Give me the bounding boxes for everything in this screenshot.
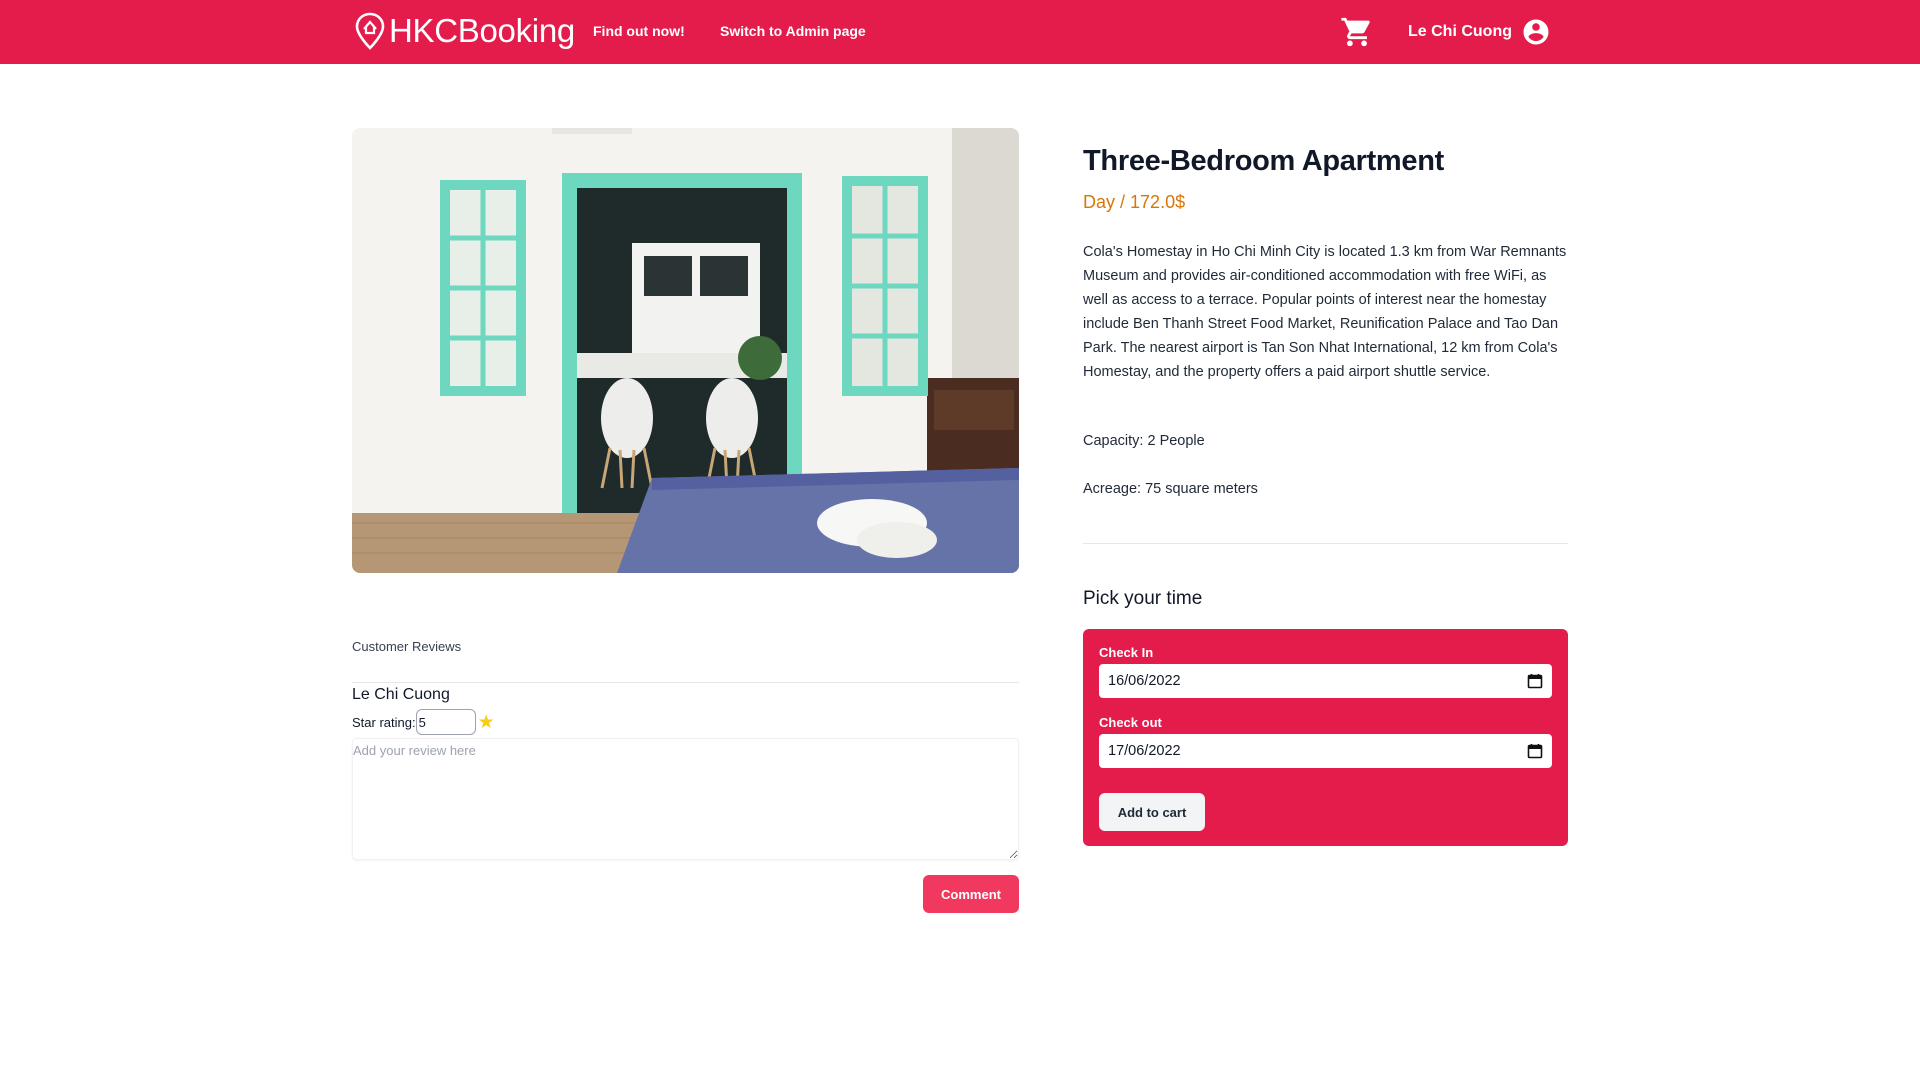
price-separator: / (1115, 192, 1131, 212)
brand-name: HKCBooking (389, 12, 575, 49)
top-navbar: HKCBooking Find out now! Switch to Admin… (0, 0, 1920, 64)
star-rating-input[interactable] (415, 709, 476, 735)
comment-button[interactable]: Comment (923, 875, 1019, 913)
price-period: Day (1083, 192, 1116, 212)
room-info-divider (1083, 543, 1568, 544)
check-out-label: Check out (1099, 715, 1162, 730)
booking-panel: Check In 16/06/2022 Check out 17/06/2022… (1083, 629, 1568, 846)
price-value: 172.0$ (1130, 192, 1186, 212)
star-rating-label: Star rating: (352, 714, 416, 730)
user-name[interactable]: Le Chi Cuong (1408, 23, 1512, 41)
add-to-cart-button[interactable]: Add to cart (1099, 793, 1205, 831)
shopping-cart-icon[interactable] (1340, 15, 1374, 49)
room-capacity: Capacity: 2 People (1083, 433, 1205, 449)
check-in-value: 16/06/2022 (1108, 673, 1181, 689)
pick-time-title: Pick your time (1083, 588, 1203, 609)
reviews-section-title: Customer Reviews (352, 639, 462, 654)
calendar-icon[interactable] (1527, 743, 1543, 759)
room-acreage: Acreage: 75 square meters (1083, 481, 1258, 497)
review-textarea[interactable] (352, 738, 1019, 860)
map-pin-icon (355, 12, 385, 50)
calendar-icon[interactable] (1527, 673, 1543, 689)
star-rating-row: Star rating: ★ (352, 709, 495, 735)
room-title: Three-Bedroom Apartment (1083, 145, 1445, 177)
account-circle-icon[interactable] (1521, 17, 1551, 47)
check-in-label: Check In (1099, 645, 1154, 660)
room-price: Day / 172.0$ (1083, 192, 1185, 213)
reviewer-name: Le Chi Cuong (352, 686, 450, 703)
reviews-divider (352, 682, 1019, 683)
nav-link-find-out-now[interactable]: Find out now! (593, 23, 685, 39)
brand-logo-link[interactable]: HKCBooking (355, 12, 575, 50)
check-out-date-input[interactable]: 17/06/2022 (1099, 734, 1552, 768)
check-out-value: 17/06/2022 (1108, 743, 1181, 759)
check-in-date-input[interactable]: 16/06/2022 (1099, 664, 1552, 698)
nav-link-switch-admin[interactable]: Switch to Admin page (720, 23, 866, 39)
star-icon: ★ (477, 711, 495, 733)
room-description: Cola's Homestay in Ho Chi Minh City is l… (1083, 244, 1567, 380)
room-photo (352, 128, 1019, 573)
